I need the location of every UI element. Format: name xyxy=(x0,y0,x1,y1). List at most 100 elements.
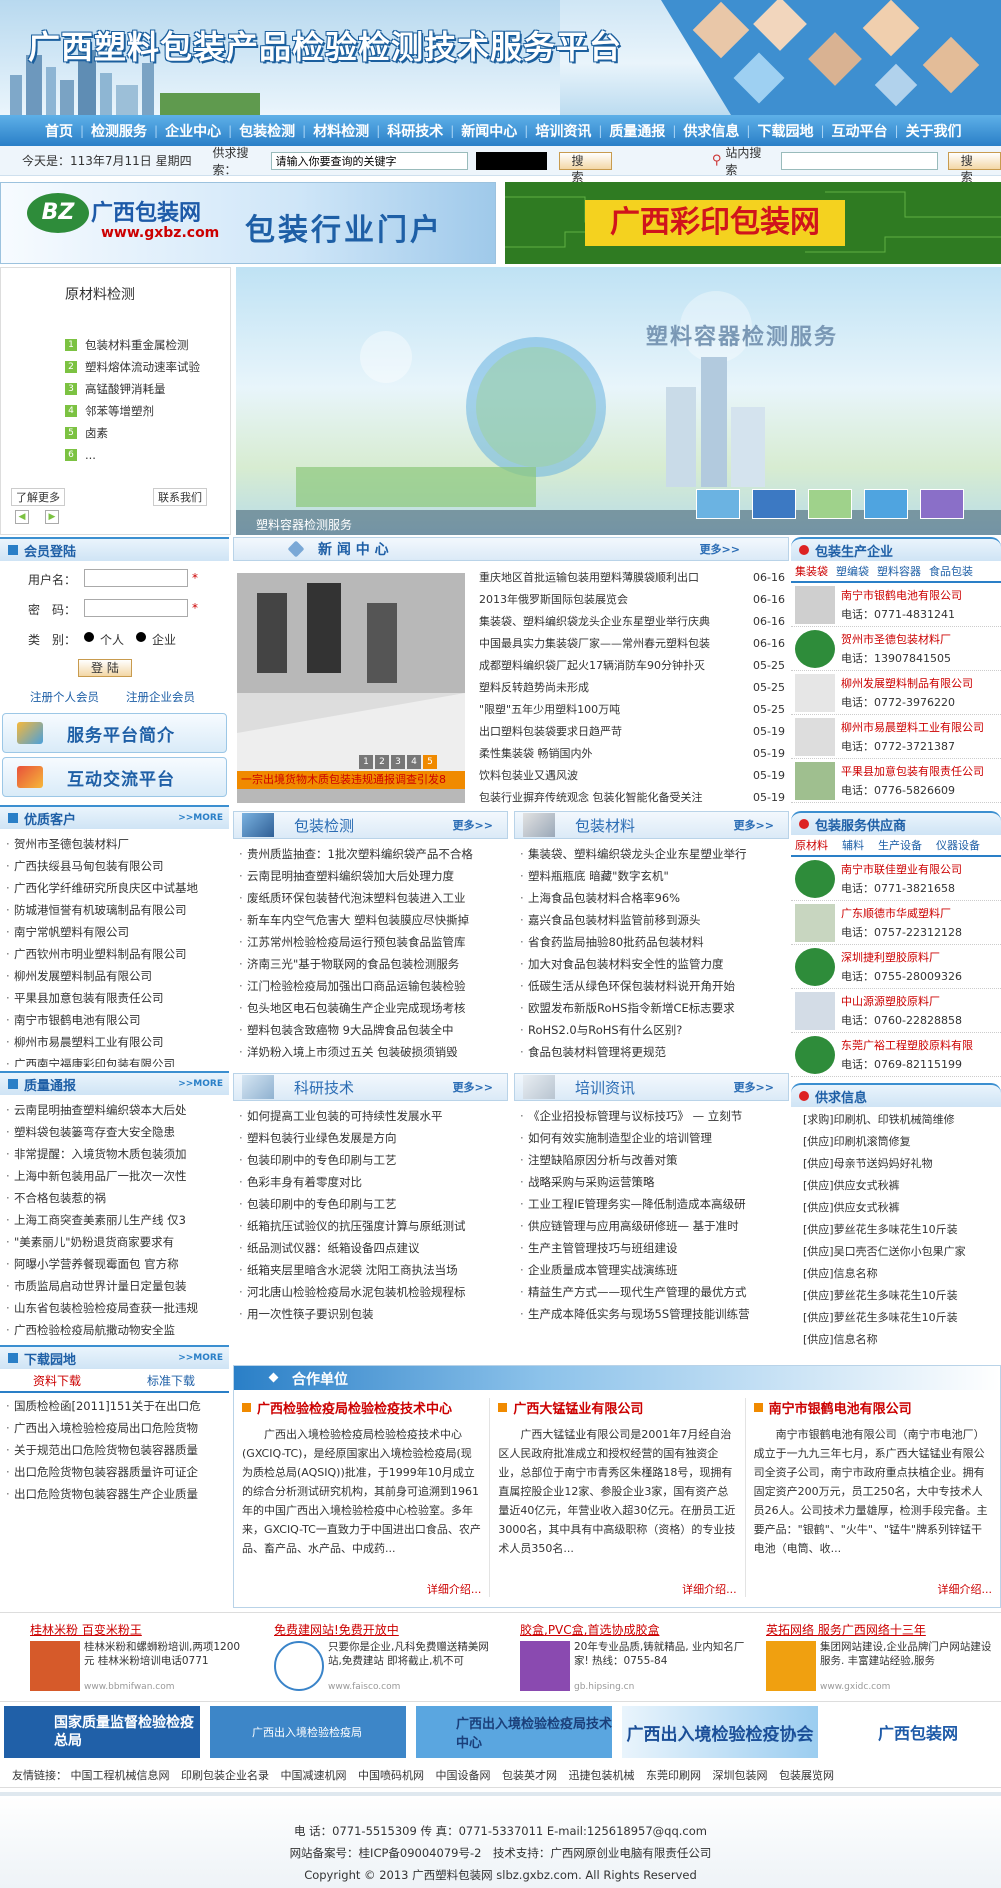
next-arrow-icon[interactable]: ▶ xyxy=(45,510,59,524)
page-number[interactable]: 4 xyxy=(407,755,421,769)
slide-thumb[interactable] xyxy=(864,489,908,519)
text-ad[interactable]: 桂林米粉 百变米粉王 桂林米粉和螺蛳粉培训,两项1200元 桂林米粉培训电话07… xyxy=(0,1613,250,1701)
nav-pack-test[interactable]: 包装检测 xyxy=(232,121,302,141)
list-item[interactable]: RoHS2.0与RoHS有什么区别? xyxy=(514,1019,789,1041)
list-item[interactable]: 食品包装材料管理将更规范 xyxy=(514,1041,789,1063)
nav-quality[interactable]: 质量通报 xyxy=(602,121,672,141)
tab-plastic-container[interactable]: 塑料容器 xyxy=(877,561,921,581)
tab-bulk-bag[interactable]: 集装袋 xyxy=(795,561,828,581)
list-item[interactable]: 工业工程IE管理务实—降低制造成本高级研 xyxy=(514,1193,789,1215)
list-item[interactable]: 广西检验检疫局航撒动物安全监 xyxy=(0,1319,229,1341)
list-item[interactable]: 生产主管管理技巧与班组建设 xyxy=(514,1237,789,1259)
contact-us-button[interactable]: 联系我们 xyxy=(153,488,207,506)
news-photo-caption[interactable]: 一宗出境货物木质包装违规通报调查引发8 xyxy=(237,771,465,789)
list-item[interactable]: 欧盟发布新版RoHS指令新增CE标志要求 xyxy=(514,997,789,1019)
news-item[interactable]: 集装袋、塑料编织袋龙头企业东星塑业举行庆典 06-16 xyxy=(469,611,785,633)
friend-link[interactable]: 包装英才网 xyxy=(502,1769,557,1782)
list-item[interactable]: 云南昆明抽查塑料编织袋加大后处理力度 xyxy=(233,865,508,887)
research-more-link[interactable]: 更多>> xyxy=(453,1079,493,1095)
prev-arrow-icon[interactable]: ◀ xyxy=(15,510,29,524)
list-item[interactable]: 上海中新包装用品厂一批次一次性 xyxy=(0,1165,229,1187)
list-item[interactable]: 防城港恒誉有机玻璃制品有限公司 xyxy=(0,899,229,921)
raw-item[interactable]: 2 塑料熔体流动速率试验 xyxy=(65,356,200,378)
list-item[interactable]: 平果县加意包装有限责任公司 xyxy=(0,987,229,1009)
tab-docs[interactable]: 资料下载 xyxy=(0,1369,114,1391)
raw-item[interactable]: 6... xyxy=(65,444,200,466)
register-company-link[interactable]: 注册企业会员 xyxy=(126,689,195,705)
news-item[interactable]: 中国最具实力集装袋厂家——常州春元塑料包装 06-16 xyxy=(469,633,785,655)
list-item[interactable]: 山东省包装检验检疫局查获一批违规 xyxy=(0,1297,229,1319)
partner-name[interactable]: 广西检验检疫局检验检疫技术中心 xyxy=(257,1398,452,1417)
news-more-link[interactable]: 更多>> xyxy=(700,541,740,557)
list-item[interactable]: 洋奶粉入境上市须过五关 包装破损须销毁 xyxy=(233,1041,508,1063)
list-item[interactable]: 色彩丰身有着零度对比 xyxy=(233,1171,508,1193)
logo-gxbz[interactable]: 广西包装网 xyxy=(828,1706,998,1758)
list-item[interactable]: 包装印刷中的专色印刷与工艺 xyxy=(233,1193,508,1215)
list-item[interactable]: 阿曝小学营养餐现霉面包 官方称 xyxy=(0,1253,229,1275)
partner-more-link[interactable]: 详细介绍... xyxy=(754,1581,992,1597)
friend-link[interactable]: 中国喷码机网 xyxy=(358,1769,424,1782)
list-item[interactable]: 塑料袋包装篓弯存查大安全隐患 xyxy=(0,1121,229,1143)
training-more-link[interactable]: 更多>> xyxy=(734,1079,774,1095)
site-search-input[interactable] xyxy=(780,151,938,170)
list-item[interactable]: 济南三光"基于物联网的食品包装检测服务 xyxy=(233,953,508,975)
news-item[interactable]: 2013年俄罗斯国际包装展览会 06-16 xyxy=(469,589,785,611)
list-item[interactable]: 低碳生活从绿色环保包装材料说开角开始 xyxy=(514,975,789,997)
nav-training[interactable]: 培训资讯 xyxy=(528,121,598,141)
news-item[interactable]: 饮料包装业又遇风波 05-19 xyxy=(469,765,785,787)
list-item[interactable]: [供应]供应女式秋裤 xyxy=(791,1175,1001,1197)
pack-material-more-link[interactable]: 更多>> xyxy=(734,817,774,833)
list-item[interactable]: 贺州市圣德包装材料厂 xyxy=(0,833,229,855)
list-item[interactable]: 广西南宁福康彩印包装有限公司 xyxy=(0,1053,229,1067)
raw-item[interactable]: 5 卤素 xyxy=(65,422,200,444)
logo-gxciq-tc[interactable]: 广西出入境检验检疫局技术中心 xyxy=(416,1706,612,1758)
list-item[interactable]: 江苏常州检验检疫局运行预包装食品监管库 xyxy=(233,931,508,953)
list-item[interactable]: 如何提高工业包装的可持续性发展水平 xyxy=(233,1105,508,1127)
list-item[interactable]: [供应]吴口壳否仁送你小包果广家 xyxy=(791,1241,1001,1263)
slide-thumb[interactable] xyxy=(752,489,796,519)
supplier-item[interactable]: 东莞广裕工程塑胶原料有限 电话：0769-82115199 xyxy=(791,1033,1001,1077)
supplier-item[interactable]: 深圳捷利塑胶原料厂 电话：0755-28009326 xyxy=(791,945,1001,989)
page-number[interactable]: 1 xyxy=(359,755,373,769)
text-ad[interactable]: 英拓网络 服务广西网络十三年 集团网站建设,企业品牌门户网站建设服务. 丰富建站… xyxy=(750,1613,1001,1701)
raw-item[interactable]: 4 邻苯等增塑剂 xyxy=(65,400,200,422)
list-item[interactable]: 纸箱抗压试验仪的抗压强度计算与原纸测试 xyxy=(233,1215,508,1237)
learn-more-button[interactable]: 了解更多 xyxy=(11,488,65,506)
list-item[interactable]: 嘉兴食品包装材料监管前移到源头 xyxy=(514,909,789,931)
list-item[interactable]: 广西出入境检验检疫局出口危险货物 xyxy=(0,1417,229,1439)
list-item[interactable]: 柳州发展塑料制品有限公司 xyxy=(0,965,229,987)
page-number[interactable]: 3 xyxy=(391,755,405,769)
nav-research[interactable]: 科研技术 xyxy=(380,121,450,141)
logo-gxciq[interactable]: 广西出入境检验检疫局 xyxy=(210,1706,406,1758)
supply-search-input[interactable] xyxy=(271,151,468,170)
login-button[interactable]: 登 陆 xyxy=(78,659,132,677)
list-item[interactable]: 出口危险货物包装容器质量许可证企 xyxy=(0,1461,229,1483)
list-item[interactable]: 云南昆明抽查塑料编织袋本大后处 xyxy=(0,1099,229,1121)
producer-item[interactable]: 柳州市易晨塑料工业有限公司 电话：0772-3721387 xyxy=(791,715,1001,759)
slide-thumb[interactable] xyxy=(696,489,740,519)
list-item[interactable]: 企业质量成本管理实战演练班 xyxy=(514,1259,789,1281)
producer-item[interactable]: 贺州市圣德包装材料厂 电话：13907841505 xyxy=(791,627,1001,671)
list-item[interactable]: 包装印刷中的专色印刷与工艺 xyxy=(233,1149,508,1171)
supplier-item[interactable]: 南宁市联佳塑业有限公司 电话：0771-3821658 xyxy=(791,857,1001,901)
tab-raw-material[interactable]: 原材料 xyxy=(795,835,828,855)
nav-download[interactable]: 下载园地 xyxy=(750,121,820,141)
list-item[interactable]: 新车车内空气危害大 塑料包装膜应尽快撕掉 xyxy=(233,909,508,931)
clients-more-link[interactable]: >>MORE xyxy=(178,813,223,823)
nav-news[interactable]: 新闻中心 xyxy=(454,121,524,141)
list-item[interactable]: 南宁市银鹤电池有限公司 xyxy=(0,1009,229,1031)
supply-search-button[interactable]: 搜 索 xyxy=(558,151,612,184)
nav-supply[interactable]: 供求信息 xyxy=(676,121,746,141)
list-item[interactable]: 南宁常帆塑料有限公司 xyxy=(0,921,229,943)
platform-intro-button[interactable]: 服务平台简介 xyxy=(2,713,227,753)
nav-test-service[interactable]: 检测服务 xyxy=(84,121,154,141)
download-more-link[interactable]: >>MORE xyxy=(178,1353,223,1363)
list-item[interactable]: 纸品测试仪器：纸箱设备四点建议 xyxy=(233,1237,508,1259)
friend-link[interactable]: 印刷包装企业名录 xyxy=(181,1769,269,1782)
logo-ciq-assoc[interactable]: 广西出入境检验检疫协会 xyxy=(622,1706,818,1758)
list-item[interactable]: 生产成本降低实务与现场5S管理技能训练营 xyxy=(514,1303,789,1325)
password-input[interactable] xyxy=(84,599,188,617)
partner-more-link[interactable]: 详细介绍... xyxy=(498,1581,737,1597)
list-item[interactable]: 纸箱夹层里暗含水泥袋 沈阳工商执法当场 xyxy=(233,1259,508,1281)
slide-thumb[interactable] xyxy=(808,489,852,519)
